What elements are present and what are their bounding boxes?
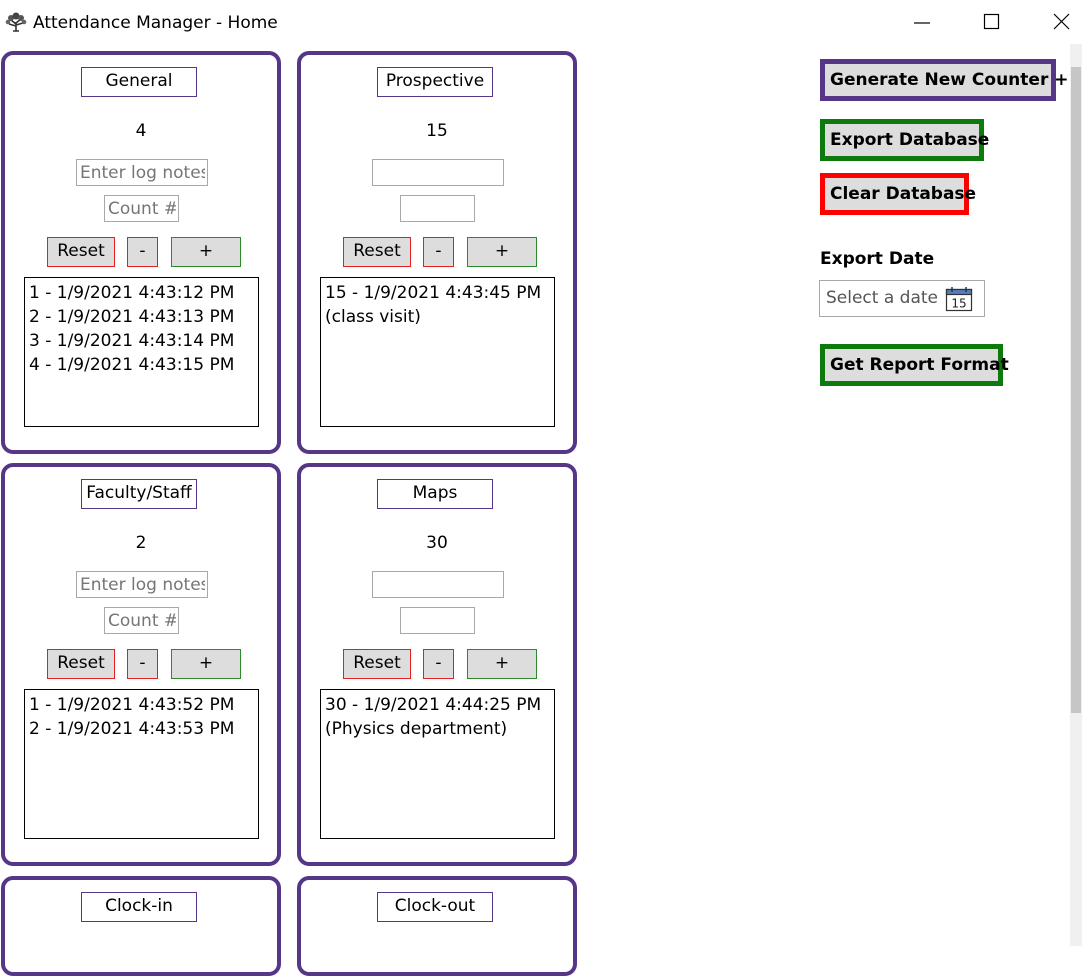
- log-entry: 3 - 1/9/2021 4:43:14 PM: [29, 331, 235, 351]
- generate-counter-button[interactable]: Generate New Counter +: [820, 59, 1069, 101]
- close-icon[interactable]: [1042, 6, 1082, 40]
- counter-card-clock-out: Clock-out: [297, 876, 577, 976]
- counter-value: 4: [135, 121, 147, 141]
- log-entry: 1 - 1/9/2021 4:43:52 PM: [29, 695, 235, 715]
- log-entry: 15 - 1/9/2021 4:43:45 PM: [325, 283, 542, 303]
- count-input[interactable]: [400, 607, 475, 634]
- counter-card-faculty-staff: Faculty/Staff 2 Reset - + 1 - 1/9/2021 4…: [1, 463, 281, 866]
- export-database-button[interactable]: Export Database: [820, 119, 989, 161]
- increment-button[interactable]: +: [467, 649, 537, 679]
- maximize-icon[interactable]: [972, 6, 1012, 40]
- log-list[interactable]: 30 - 1/9/2021 4:44:25 PM (Physics depart…: [320, 689, 555, 839]
- export-date-picker[interactable]: Select a date 15: [819, 280, 985, 317]
- decrement-button[interactable]: -: [423, 649, 454, 679]
- reset-button[interactable]: Reset: [47, 649, 115, 679]
- log-entry: (Physics department): [325, 719, 508, 739]
- decrement-button[interactable]: -: [127, 237, 158, 267]
- count-input[interactable]: [104, 607, 179, 634]
- counter-card-clock-in: Clock-in: [1, 876, 281, 976]
- increment-button[interactable]: +: [467, 237, 537, 267]
- clear-database-button[interactable]: Clear Database: [820, 173, 976, 215]
- log-list[interactable]: 1 - 1/9/2021 4:43:52 PM 2 - 1/9/2021 4:4…: [24, 689, 259, 839]
- log-notes-input[interactable]: [76, 571, 208, 598]
- title-bar: Attendance Manager - Home: [0, 0, 1082, 44]
- get-report-format-button[interactable]: Get Report Format: [820, 344, 1009, 386]
- export-date-label: Export Date: [820, 249, 935, 269]
- counter-value: 2: [135, 533, 147, 553]
- log-notes-input[interactable]: [76, 159, 208, 186]
- counter-name: Clock-in: [81, 892, 197, 922]
- minimize-icon[interactable]: [902, 6, 942, 40]
- window-title: Attendance Manager - Home: [33, 13, 278, 33]
- decrement-button[interactable]: -: [127, 649, 158, 679]
- decrement-button[interactable]: -: [423, 237, 454, 267]
- counter-card-prospective: Prospective 15 Reset - + 15 - 1/9/2021 4…: [297, 51, 577, 454]
- counter-name: Faculty/Staff: [81, 479, 197, 509]
- date-placeholder: Select a date: [826, 288, 939, 308]
- log-notes-input[interactable]: [372, 159, 504, 186]
- log-entry: 2 - 1/9/2021 4:43:13 PM: [29, 307, 235, 327]
- counter-card-maps: Maps 30 Reset - + 30 - 1/9/2021 4:44:25 …: [297, 463, 577, 866]
- log-entry: 4 - 1/9/2021 4:43:15 PM: [29, 355, 235, 375]
- log-entry: 1 - 1/9/2021 4:43:12 PM: [29, 283, 235, 303]
- reset-button[interactable]: Reset: [343, 649, 411, 679]
- tree-icon: [5, 12, 27, 32]
- reset-button[interactable]: Reset: [47, 237, 115, 267]
- calendar-icon[interactable]: 15: [945, 286, 973, 312]
- counter-card-general: General 4 Reset - + 1 - 1/9/2021 4:43:12…: [1, 51, 281, 454]
- counter-name: Prospective: [377, 67, 493, 97]
- counter-name: Clock-out: [377, 892, 493, 922]
- log-list[interactable]: 1 - 1/9/2021 4:43:12 PM 2 - 1/9/2021 4:4…: [24, 277, 259, 427]
- increment-button[interactable]: +: [171, 649, 241, 679]
- count-input[interactable]: [104, 195, 179, 222]
- counter-name: General: [81, 67, 197, 97]
- log-notes-input[interactable]: [372, 571, 504, 598]
- count-input[interactable]: [400, 195, 475, 222]
- log-entry: 30 - 1/9/2021 4:44:25 PM: [325, 695, 542, 715]
- log-list[interactable]: 15 - 1/9/2021 4:43:45 PM (class visit): [320, 277, 555, 427]
- counter-value: 30: [426, 533, 448, 553]
- increment-button[interactable]: +: [171, 237, 241, 267]
- counter-name: Maps: [377, 479, 493, 509]
- log-entry: 2 - 1/9/2021 4:43:53 PM: [29, 719, 235, 739]
- reset-button[interactable]: Reset: [343, 237, 411, 267]
- calendar-day: 15: [951, 297, 966, 311]
- log-entry: (class visit): [325, 307, 421, 327]
- counter-value: 15: [426, 121, 448, 141]
- scrollbar-thumb[interactable]: [1071, 67, 1081, 713]
